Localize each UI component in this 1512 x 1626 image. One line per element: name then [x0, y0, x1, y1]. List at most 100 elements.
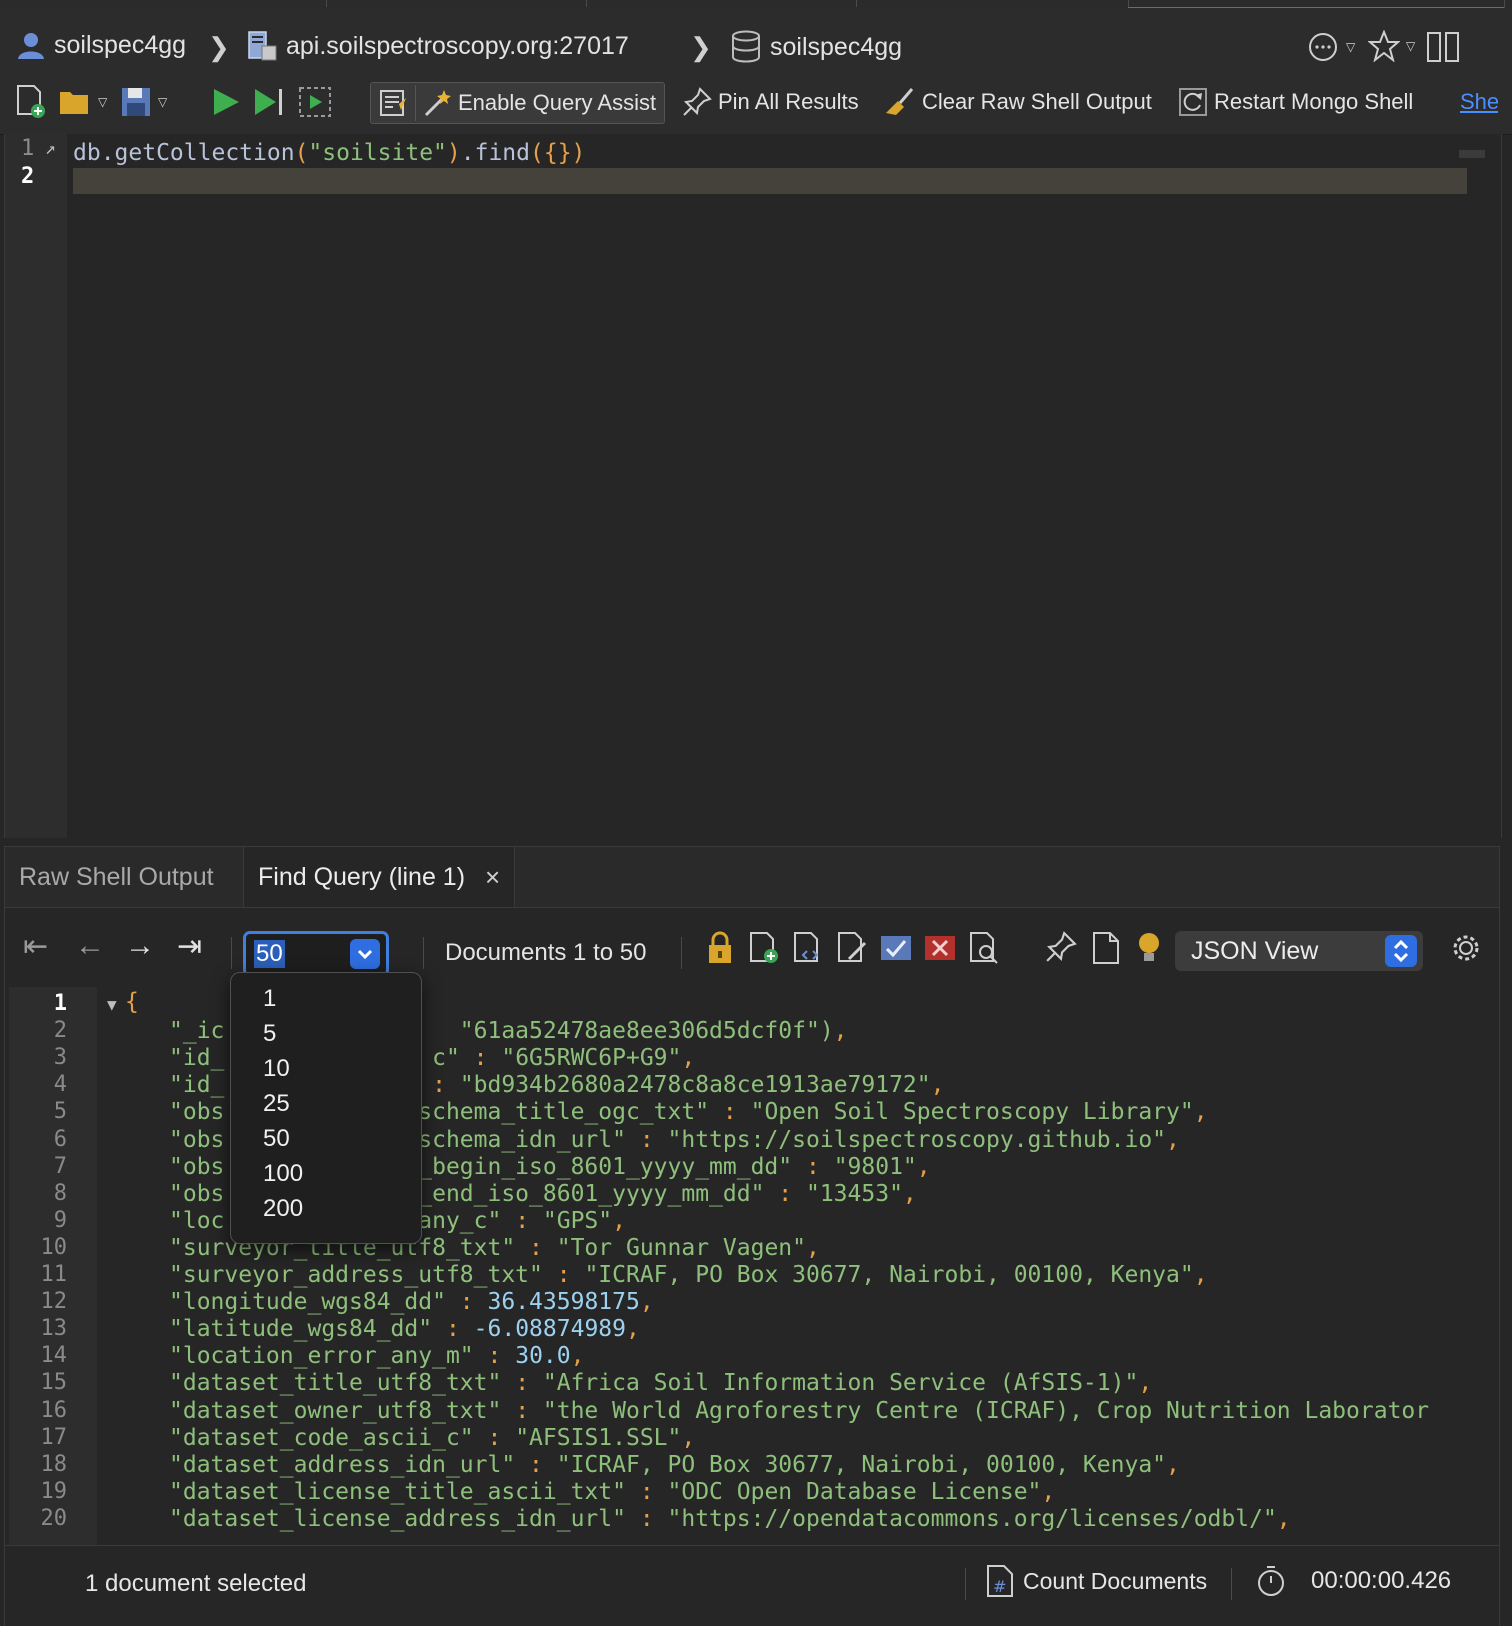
view-mode-stepper[interactable]: [1385, 935, 1417, 967]
clear-raw-shell-output-label: Clear Raw Shell Output: [922, 89, 1152, 114]
editor-tab[interactable]: [0, 0, 327, 7]
line-number: 16: [40, 1397, 68, 1423]
line-number: 9: [53, 1207, 67, 1233]
elapsed-time: 00:00:00.426: [1255, 1564, 1451, 1598]
line-number: 10: [40, 1234, 68, 1260]
line-number: 20: [40, 1505, 68, 1531]
favorites-menu[interactable]: ▽: [1368, 30, 1415, 62]
line-number: 13: [40, 1316, 68, 1342]
shell-link[interactable]: She: [1460, 82, 1498, 122]
json-gutter: 1 2 3 4 5 6 7 8 9 10 11 12 13 14 15 16 17 18 19 20: [9, 987, 97, 1545]
collapse-triangle-icon[interactable]: ▼: [107, 995, 117, 1014]
find-in-results-icon[interactable]: [967, 931, 1001, 965]
view-document-icon[interactable]: [791, 931, 825, 965]
editor-tab[interactable]: [586, 0, 857, 7]
count-icon: #: [987, 1565, 1013, 1597]
code-line[interactable]: db.getCollection("soilsite").find({}): [73, 140, 585, 166]
editor-tab[interactable]: [326, 0, 587, 7]
delete-document-icon[interactable]: [923, 931, 957, 965]
toolbar-divider: [423, 937, 424, 969]
open-script-button[interactable]: ▽: [58, 82, 107, 122]
breadcrumb-server-label: api.soilspectroscopy.org:27017: [286, 31, 629, 60]
shell-editor[interactable]: 1 ↗ 2 db.getCollection("soilsite").find(…: [4, 134, 1502, 838]
results-tabs: Raw Shell Output Find Query (line 1) ×: [5, 847, 1499, 908]
toolbar-divider: [415, 85, 416, 121]
settings-gear-icon[interactable]: [1449, 931, 1483, 965]
last-page-icon[interactable]: ⇥: [177, 929, 202, 964]
stopwatch-icon: [1258, 1566, 1284, 1596]
page-size-dropdown-button[interactable]: [350, 939, 380, 969]
code-token: db.getCollection: [73, 140, 295, 166]
close-icon[interactable]: ×: [485, 862, 500, 893]
first-page-icon[interactable]: ⇤: [23, 929, 48, 964]
toolbar-divider: [681, 937, 682, 969]
view-mode-select[interactable]: JSON View: [1175, 931, 1423, 971]
json-line: "longitude_wgs84_dd" : 36.43598175,: [169, 1289, 654, 1316]
page-size-option[interactable]: 200: [263, 1195, 303, 1223]
save-script-button[interactable]: ▽: [120, 82, 167, 122]
user-icon: [18, 33, 44, 59]
tab-find-query[interactable]: Find Query (line 1) ×: [243, 847, 516, 907]
tab-label: Raw Shell Output: [19, 862, 214, 891]
execute-selection-button[interactable]: [298, 82, 332, 122]
shell-toolbar: ▽ ▽ Enable Query Assist Pin All Results …: [0, 76, 1512, 135]
pin-icon[interactable]: [1045, 931, 1077, 963]
restart-mongo-shell-button[interactable]: Restart Mongo Shell: [1178, 82, 1413, 122]
tab-raw-shell-output[interactable]: Raw Shell Output: [5, 847, 228, 907]
dropdown-caret-icon: ▽: [1346, 40, 1356, 54]
breadcrumb-user[interactable]: soilspec4gg: [16, 30, 186, 60]
line-number: 12: [40, 1289, 68, 1315]
page-size-dropdown: 1 5 10 25 50 100 200: [230, 972, 422, 1244]
breadcrumb-database[interactable]: soilspec4gg: [730, 30, 902, 64]
line-number: 17: [40, 1424, 68, 1450]
insert-document-icon[interactable]: [747, 931, 781, 965]
execute-all-button[interactable]: [210, 82, 242, 122]
selection-play-icon: [299, 87, 331, 117]
breadcrumb-server[interactable]: api.soilspectroscopy.org:27017: [246, 30, 629, 62]
server-icon: [248, 31, 277, 61]
code-token: ({}): [530, 140, 586, 166]
page-size-option[interactable]: 1: [263, 985, 276, 1013]
json-line: "dataset_license_title_ascii_txt" : "ODC…: [169, 1478, 1056, 1505]
clear-raw-shell-output-button[interactable]: Clear Raw Shell Output: [884, 82, 1152, 122]
validate-documents-icon[interactable]: [879, 931, 913, 965]
page-size-select[interactable]: 50: [243, 931, 389, 977]
database-icon: [732, 30, 760, 63]
page-size-option[interactable]: 50: [263, 1125, 290, 1153]
previous-page-icon[interactable]: ←: [75, 929, 105, 963]
query-assist-toggle[interactable]: Enable Query Assist: [370, 82, 666, 124]
pin-icon: [683, 87, 712, 116]
results-pane: Raw Shell Output Find Query (line 1) × ⇤…: [4, 846, 1500, 1626]
page-size-option[interactable]: 25: [263, 1090, 290, 1118]
line-number: 2: [53, 1018, 67, 1044]
toolbar-divider: [1231, 1568, 1232, 1600]
blank-document-icon[interactable]: [1091, 931, 1121, 965]
code-token: (: [294, 140, 309, 166]
new-script-button[interactable]: [14, 82, 48, 122]
json-line: "dataset_title_utf8_txt" : "Africa Soil …: [169, 1370, 1153, 1397]
star-icon: [1368, 30, 1400, 62]
editor-tab[interactable]: [856, 0, 1129, 7]
selection-status: 1 document selected: [85, 1570, 307, 1597]
page-size-option[interactable]: 5: [263, 1020, 276, 1048]
count-documents-button[interactable]: # Count Documents: [985, 1564, 1207, 1598]
next-page-icon[interactable]: →: [125, 929, 155, 963]
execute-current-button[interactable]: [252, 82, 286, 122]
lightbulb-icon[interactable]: [1135, 931, 1163, 965]
new-file-icon: [17, 85, 45, 118]
chevron-right-icon: ❯: [690, 32, 712, 62]
read-only-lock-icon[interactable]: [705, 931, 735, 965]
history-menu[interactable]: ▽: [1306, 30, 1355, 64]
pin-all-results-button[interactable]: Pin All Results: [682, 82, 859, 122]
broom-icon: [886, 88, 914, 115]
json-line: "surveyor_address_utf8_txt" : "ICRAF, PO…: [169, 1262, 1208, 1288]
edit-document-icon[interactable]: [835, 931, 869, 965]
layout-toggle[interactable]: [1426, 30, 1460, 64]
page-size-option[interactable]: 10: [263, 1055, 290, 1083]
line-number: 14: [40, 1343, 68, 1369]
line-number: 15: [40, 1370, 68, 1396]
svg-text:#: #: [993, 1577, 1006, 1596]
page-size-option[interactable]: 100: [263, 1160, 303, 1188]
line-number: 3: [53, 1045, 67, 1071]
dropdown-caret-icon: ▽: [98, 95, 108, 109]
